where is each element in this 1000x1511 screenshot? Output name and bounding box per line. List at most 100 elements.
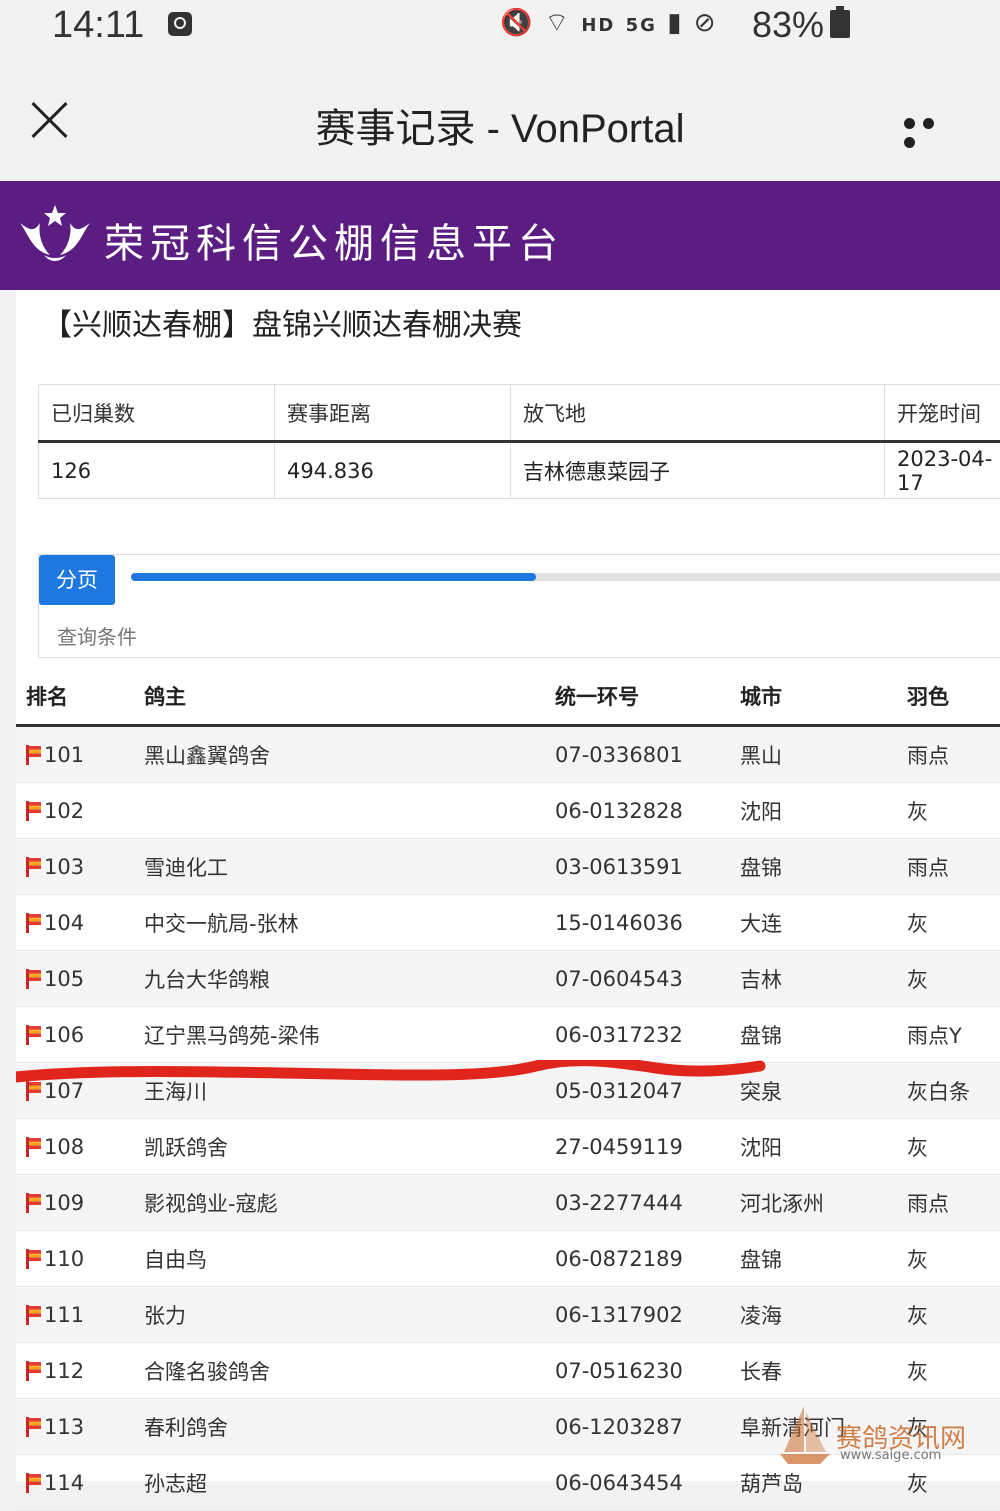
rank-number: 101 <box>44 743 84 767</box>
banner-title: 荣冠科信公棚信息平台 <box>104 211 564 269</box>
owner-cell: 雪迪化工 <box>144 839 555 895</box>
table-row[interactable]: 110自由鸟06-0872189盘锦灰 <box>16 1231 1000 1287</box>
city-cell: 沈阳 <box>740 1119 907 1175</box>
ring-cell: 15-0146036 <box>555 895 740 951</box>
owner-cell: 自由鸟 <box>144 1231 555 1287</box>
ring-cell: 06-0872189 <box>555 1231 740 1287</box>
ring-cell: 06-0317232 <box>555 1007 740 1063</box>
city-cell: 长春 <box>740 1343 907 1399</box>
rank-cell: 110 <box>16 1231 144 1287</box>
color-cell: 灰 <box>907 1231 1000 1287</box>
color-cell: 雨点 <box>907 839 1000 895</box>
pagination-tab[interactable]: 分页 <box>39 555 115 605</box>
table-row[interactable]: 10206-0132828沈阳灰 <box>16 783 1000 839</box>
rank-flag-icon <box>26 801 42 821</box>
rank-number: 106 <box>44 1023 84 1047</box>
watermark: 赛鸽资讯网 www.saige.com <box>770 1398 1000 1478</box>
content-area: 【兴顺达春棚】盘锦兴顺达春棚决赛 已归巢数 赛事距离 放飞地 开笼时间 126 … <box>16 290 1000 1481</box>
race-title: 【兴顺达春棚】盘锦兴顺达春棚决赛 <box>42 300 522 344</box>
rank-flag-icon <box>26 913 42 933</box>
battery-percent: 83% <box>752 4 824 46</box>
rank-cell: 114 <box>16 1455 144 1511</box>
col-rank[interactable]: 排名 <box>16 668 144 726</box>
owner-cell <box>144 783 555 839</box>
owner-cell: 影视鸽业-寇彪 <box>144 1175 555 1231</box>
table-row[interactable]: 112合隆名骏鸽舍07-0516230长春灰 <box>16 1343 1000 1399</box>
pagination-panel: 分页 查询条件 <box>38 554 1000 658</box>
rank-number: 114 <box>44 1471 84 1495</box>
rank-flag-icon <box>26 1305 42 1325</box>
table-row[interactable]: 106辽宁黑马鸽苑-梁伟06-0317232盘锦雨点Y <box>16 1007 1000 1063</box>
rank-number: 102 <box>44 799 84 823</box>
city-cell: 盘锦 <box>740 839 907 895</box>
col-ring[interactable]: 统一环号 <box>555 668 740 726</box>
ring-cell: 07-0604543 <box>555 951 740 1007</box>
col-color[interactable]: 羽色 <box>907 668 1000 726</box>
rank-flag-icon <box>26 1025 42 1045</box>
battery-icon <box>830 10 850 38</box>
rank-number: 109 <box>44 1191 84 1215</box>
table-row[interactable]: 111张力06-1317902凌海灰 <box>16 1287 1000 1343</box>
query-conditions[interactable]: 查询条件 <box>57 621 137 650</box>
rank-cell: 112 <box>16 1343 144 1399</box>
table-row[interactable]: 108凯跃鸽舍27-0459119沈阳灰 <box>16 1119 1000 1175</box>
ring-cell: 06-1203287 <box>555 1399 740 1455</box>
rank-number: 110 <box>44 1247 84 1271</box>
signal-icon: ▮ <box>667 8 683 38</box>
progress-bar <box>131 573 1000 581</box>
color-cell: 灰 <box>907 1119 1000 1175</box>
owner-cell: 凯跃鸽舍 <box>144 1119 555 1175</box>
title-bar: 赛事记录 - VonPortal <box>0 60 1000 180</box>
table-row[interactable]: 109影视鸽业-寇彪03-2277444河北涿州雨点 <box>16 1175 1000 1231</box>
color-cell: 灰 <box>907 1343 1000 1399</box>
status-bar: 14:11 🔇 ⌔ HD 5G ▮ ⊘ 83% <box>0 0 1000 60</box>
city-cell: 吉林 <box>740 951 907 1007</box>
owner-cell: 春利鸽舍 <box>144 1399 555 1455</box>
owner-cell: 张力 <box>144 1287 555 1343</box>
rank-number: 104 <box>44 911 84 935</box>
owner-cell: 辽宁黑马鸽苑-梁伟 <box>144 1007 555 1063</box>
summary-header: 放飞地 <box>511 385 885 442</box>
color-cell: 灰 <box>907 951 1000 1007</box>
ring-cell: 06-0132828 <box>555 783 740 839</box>
table-row[interactable]: 105九台大华鸽粮07-0604543吉林灰 <box>16 951 1000 1007</box>
rank-number: 103 <box>44 855 84 879</box>
rank-cell: 103 <box>16 839 144 895</box>
ring-cell: 03-2277444 <box>555 1175 740 1231</box>
rank-cell: 109 <box>16 1175 144 1231</box>
rank-flag-icon <box>26 1361 42 1381</box>
alarm-icon <box>168 12 192 36</box>
owner-cell: 黑山鑫翼鸽舍 <box>144 726 555 783</box>
more-options-icon[interactable] <box>904 114 960 126</box>
color-cell: 灰 <box>907 1287 1000 1343</box>
owner-cell: 中交一航局-张林 <box>144 895 555 951</box>
owner-cell: 合隆名骏鸽舍 <box>144 1343 555 1399</box>
color-cell: 雨点 <box>907 1175 1000 1231</box>
rank-cell: 105 <box>16 951 144 1007</box>
ring-cell: 07-0336801 <box>555 726 740 783</box>
rank-flag-icon <box>26 1417 42 1437</box>
rank-cell: 108 <box>16 1119 144 1175</box>
color-cell: 雨点Y <box>907 1007 1000 1063</box>
city-cell: 沈阳 <box>740 783 907 839</box>
rank-flag-icon <box>26 1193 42 1213</box>
rank-cell: 102 <box>16 783 144 839</box>
summary-header: 赛事距离 <box>275 385 511 442</box>
summary-value: 2023-04-17 <box>885 442 1000 499</box>
table-row[interactable]: 101黑山鑫翼鸽舍07-0336801黑山雨点 <box>16 726 1000 783</box>
ring-cell: 03-0613591 <box>555 839 740 895</box>
summary-value: 126 <box>39 442 275 499</box>
col-city[interactable]: 城市 <box>740 668 907 726</box>
wifi-icon: ⌔ <box>545 8 571 38</box>
rank-cell: 101 <box>16 726 144 783</box>
ring-cell: 27-0459119 <box>555 1119 740 1175</box>
ring-cell: 06-1317902 <box>555 1287 740 1343</box>
col-owner[interactable]: 鸽主 <box>144 668 555 726</box>
rank-number: 112 <box>44 1359 84 1383</box>
table-row[interactable]: 104中交一航局-张林15-0146036大连灰 <box>16 895 1000 951</box>
owner-cell: 九台大华鸽粮 <box>144 951 555 1007</box>
rank-flag-icon <box>26 1473 42 1493</box>
summary-header: 已归巢数 <box>39 385 275 442</box>
cellular-label: 5G <box>626 15 657 36</box>
table-row[interactable]: 103 雪迪化工03-0613591盘锦雨点 <box>16 839 1000 895</box>
